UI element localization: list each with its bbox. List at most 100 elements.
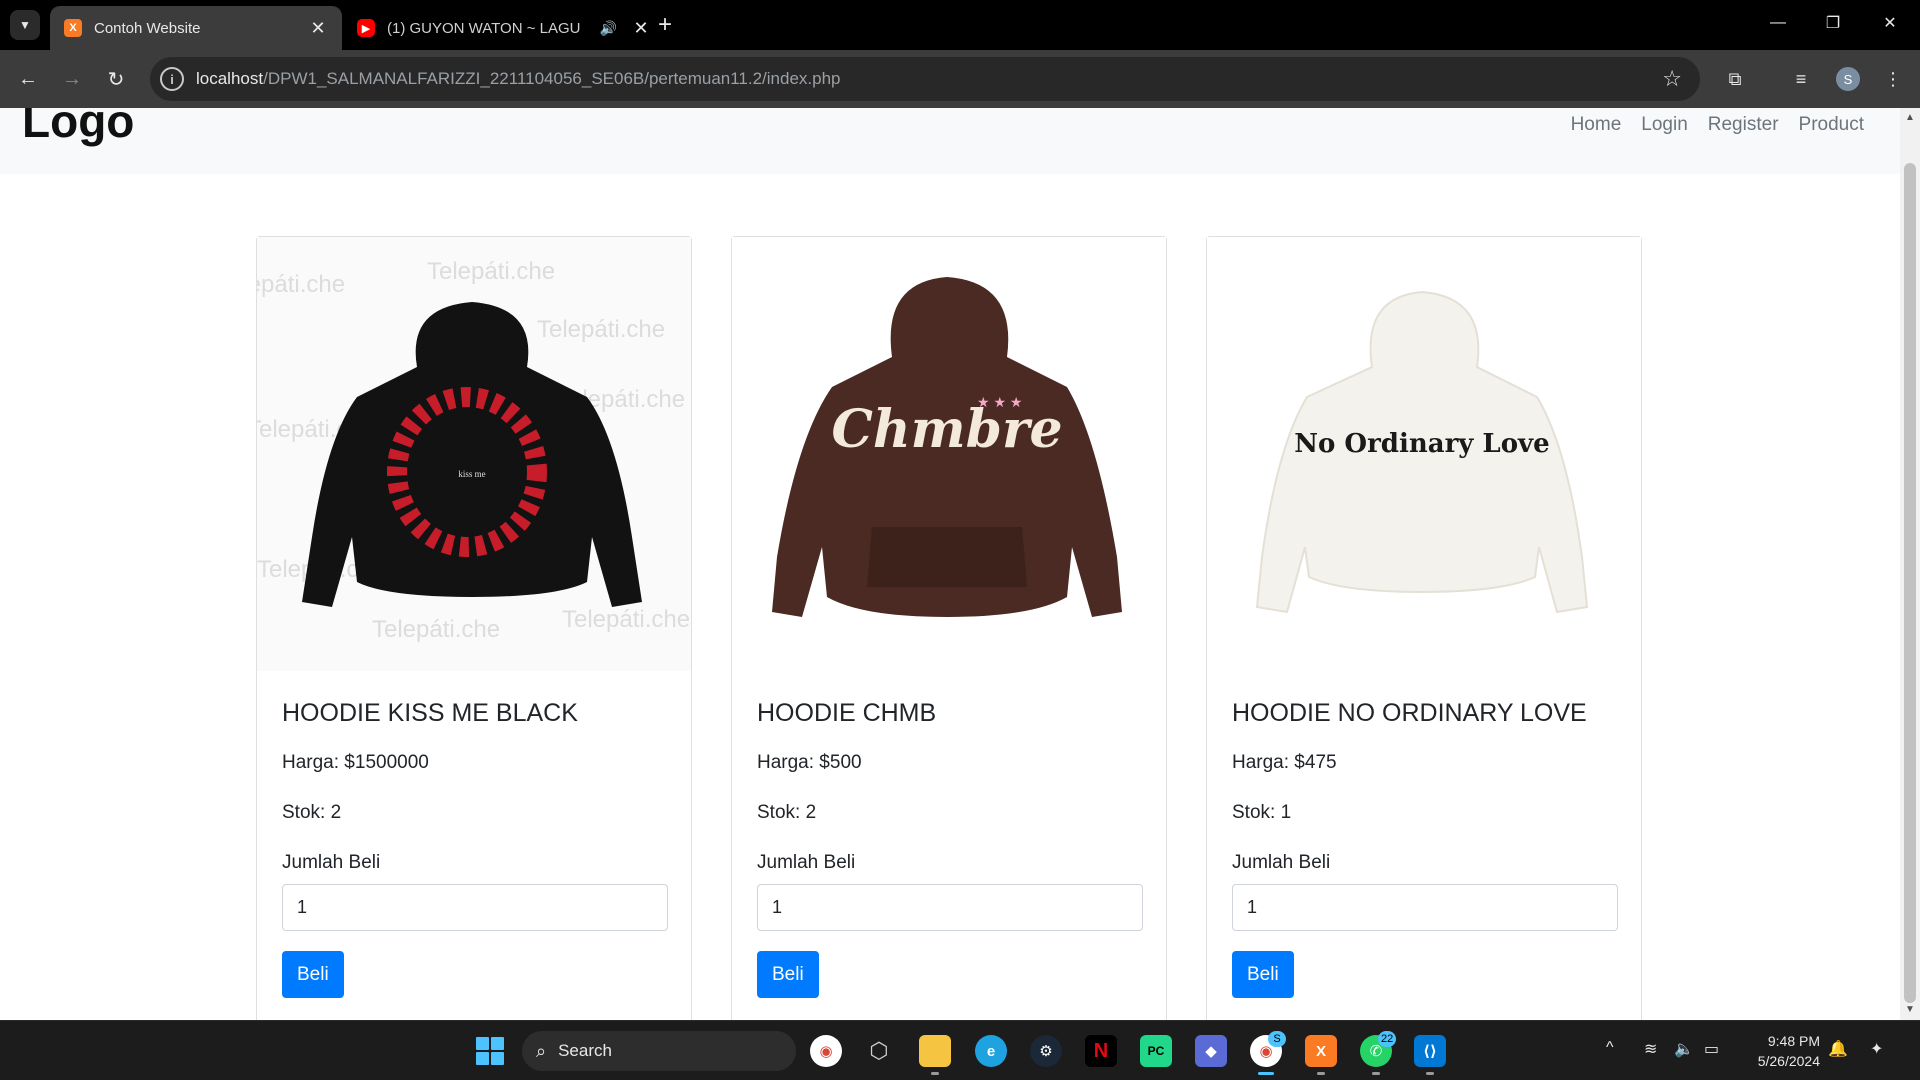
bookmark-star-icon[interactable]: ☆ bbox=[1662, 66, 1682, 92]
youtube-icon: ▶ bbox=[357, 19, 375, 37]
restore-icon[interactable]: ❐ bbox=[1813, 8, 1853, 38]
windows-taskbar: ⌕ Search ◉ ⬡ e ⚙ N PC ◆ ◉ S X ✆ 22 ⟨⟩ ^ … bbox=[0, 1020, 1920, 1080]
product-name: HOODIE CHMB bbox=[757, 699, 937, 727]
product-price: Harga: $500 bbox=[757, 752, 862, 773]
new-tab-button[interactable]: + bbox=[650, 10, 680, 40]
product-stock: Stok: 2 bbox=[757, 802, 817, 823]
tray-overflow-icon[interactable]: ^ bbox=[1606, 1039, 1614, 1057]
watermark-text: Telepáti.che bbox=[537, 316, 665, 343]
reload-icon[interactable]: ↻ bbox=[100, 63, 132, 95]
site-logo[interactable]: Logo bbox=[22, 108, 134, 148]
quantity-label: Jumlah Beli bbox=[757, 852, 856, 873]
scroll-up-icon[interactable]: ▲ bbox=[1900, 112, 1920, 123]
running-indicator bbox=[1372, 1072, 1380, 1075]
whatsapp-badge: 22 bbox=[1378, 1031, 1397, 1047]
url-text[interactable]: localhost/DPW1_SALMANALFARIZZI_221110405… bbox=[196, 69, 841, 89]
tab-youtube[interactable]: ▶ (1) GUYON WATON ~ LAGU 🔊 ✕ bbox=[345, 6, 663, 50]
buy-button[interactable]: Beli bbox=[1232, 951, 1294, 998]
file-explorer-icon[interactable] bbox=[919, 1035, 951, 1067]
product-card: No Ordinary Love HOODIE NO ORDINARY LOVE… bbox=[1206, 236, 1642, 1020]
nav-home-link[interactable]: Home bbox=[1571, 114, 1622, 136]
virtualbox-icon[interactable]: ⬡ bbox=[863, 1035, 895, 1067]
buy-button[interactable]: Beli bbox=[757, 951, 819, 998]
page-viewport: Logo Home Login Register Product Telepát… bbox=[0, 108, 1900, 1020]
battery-icon[interactable]: ▭ bbox=[1704, 1039, 1719, 1059]
notification-bell-icon[interactable]: 🔔 bbox=[1828, 1039, 1848, 1059]
product-stock: Stok: 1 bbox=[1232, 802, 1292, 823]
system-clock[interactable]: 9:48 PM 5/26/2024 bbox=[1740, 1031, 1820, 1071]
menu-icon[interactable]: ⋮ bbox=[1878, 64, 1908, 94]
close-tab-icon[interactable]: ✕ bbox=[308, 18, 328, 39]
product-card: Telepáti.che Telepáti.che Telepáti.che T… bbox=[256, 236, 692, 1020]
edge-icon[interactable]: e bbox=[975, 1035, 1007, 1067]
product-name: HOODIE NO ORDINARY LOVE bbox=[1232, 699, 1587, 727]
minimize-icon[interactable]: — bbox=[1758, 8, 1798, 38]
forward-icon[interactable]: → bbox=[56, 63, 88, 95]
tab-contoh-website[interactable]: X Contoh Website ✕ bbox=[50, 6, 342, 50]
back-icon[interactable]: ← bbox=[12, 63, 44, 95]
scrollbar-thumb[interactable] bbox=[1904, 163, 1916, 1003]
scroll-down-icon[interactable]: ▼ bbox=[1900, 1004, 1920, 1015]
tab-search-button[interactable]: ▼ bbox=[10, 10, 40, 40]
profile-avatar[interactable]: S bbox=[1836, 67, 1860, 91]
product-stock: Stok: 2 bbox=[282, 802, 342, 823]
card-body: HOODIE NO ORDINARY LOVE Harga: $475 Stok… bbox=[1232, 699, 1618, 998]
nav-login-link[interactable]: Login bbox=[1641, 114, 1688, 136]
netflix-icon[interactable]: N bbox=[1085, 1035, 1117, 1067]
copilot-icon[interactable]: ✦ bbox=[1870, 1039, 1883, 1059]
taskbar-search[interactable]: ⌕ Search bbox=[522, 1031, 796, 1071]
clock-time: 9:48 PM bbox=[1767, 1033, 1820, 1049]
quantity-input[interactable] bbox=[1232, 884, 1618, 931]
site-navbar: Logo Home Login Register Product bbox=[0, 108, 1900, 174]
running-indicator bbox=[1317, 1072, 1325, 1075]
quantity-input[interactable] bbox=[757, 884, 1143, 931]
close-window-icon[interactable]: ✕ bbox=[1870, 8, 1910, 38]
watermark-text: Telepáti.che bbox=[427, 258, 555, 285]
product-card: Chmbre ★ ★ ★ HOODIE CHMB Harga: $500 Sto… bbox=[731, 236, 1167, 1020]
product-price: Harga: $1500000 bbox=[282, 752, 429, 773]
clock-date: 5/26/2024 bbox=[1757, 1053, 1820, 1069]
quantity-input[interactable] bbox=[282, 884, 668, 931]
product-name: HOODIE KISS ME BLACK bbox=[282, 699, 578, 727]
star-icon: ★ ★ ★ bbox=[977, 394, 1022, 410]
tab-strip: ▼ X Contoh Website ✕ ▶ (1) GUYON WATON ~… bbox=[0, 0, 1920, 50]
close-tab-icon[interactable]: ✕ bbox=[631, 18, 651, 39]
search-icon: ⌕ bbox=[536, 1040, 547, 1061]
site-info-icon[interactable]: i bbox=[160, 67, 184, 91]
media-control-icon[interactable]: ≡ bbox=[1786, 64, 1816, 94]
volume-icon[interactable]: 🔈 bbox=[1674, 1039, 1694, 1059]
steam-icon[interactable]: ⚙ bbox=[1030, 1035, 1062, 1067]
watermark-text: Telepáti.che bbox=[372, 616, 500, 643]
buy-button[interactable]: Beli bbox=[282, 951, 344, 998]
browser-toolbar: ← → ↻ i localhost/DPW1_SALMANALFARIZZI_2… bbox=[0, 50, 1920, 108]
chrome-profile-badge: S bbox=[1268, 1031, 1286, 1047]
start-button[interactable] bbox=[476, 1037, 504, 1065]
vscode-icon[interactable]: ⟨⟩ bbox=[1414, 1035, 1446, 1067]
hoodie-print-text: kiss me bbox=[458, 469, 485, 479]
virtualbox-app-icon[interactable]: ◆ bbox=[1195, 1035, 1227, 1067]
speaker-icon[interactable]: 🔊 bbox=[600, 20, 617, 37]
hoodie-print-text: Chmbre bbox=[831, 399, 1062, 460]
taskbar-search-label: Search bbox=[558, 1041, 612, 1060]
card-body: HOODIE KISS ME BLACK Harga: $1500000 Sto… bbox=[282, 699, 668, 998]
product-price: Harga: $475 bbox=[1232, 752, 1337, 773]
nav-register-link[interactable]: Register bbox=[1708, 114, 1779, 136]
nav-links: Home Login Register Product bbox=[1571, 114, 1864, 136]
xampp-taskbar-icon[interactable]: X bbox=[1305, 1035, 1337, 1067]
running-indicator bbox=[931, 1072, 939, 1075]
hoodie-print-text: No Ordinary Love bbox=[1294, 429, 1549, 459]
page-scrollbar[interactable]: ▲ ▼ bbox=[1900, 108, 1920, 1020]
product-image: Telepáti.che Telepáti.che Telepáti.che T… bbox=[257, 237, 691, 671]
running-indicator bbox=[1426, 1072, 1434, 1075]
watermark-text: Telepáti.che bbox=[257, 271, 345, 298]
nav-product-link[interactable]: Product bbox=[1799, 114, 1864, 136]
active-indicator bbox=[1258, 1072, 1274, 1075]
tab-title: Contoh Website bbox=[94, 19, 201, 37]
extensions-icon[interactable]: ⧉ bbox=[1720, 64, 1750, 94]
address-bar[interactable]: i localhost/DPW1_SALMANALFARIZZI_2211104… bbox=[150, 57, 1700, 101]
product-image: Chmbre ★ ★ ★ bbox=[732, 237, 1166, 671]
wifi-icon[interactable]: ≋ bbox=[1644, 1039, 1657, 1059]
chrome-icon[interactable]: ◉ bbox=[810, 1035, 842, 1067]
watermark-text: Telepáti.che bbox=[562, 606, 690, 633]
pycharm-icon[interactable]: PC bbox=[1140, 1035, 1172, 1067]
